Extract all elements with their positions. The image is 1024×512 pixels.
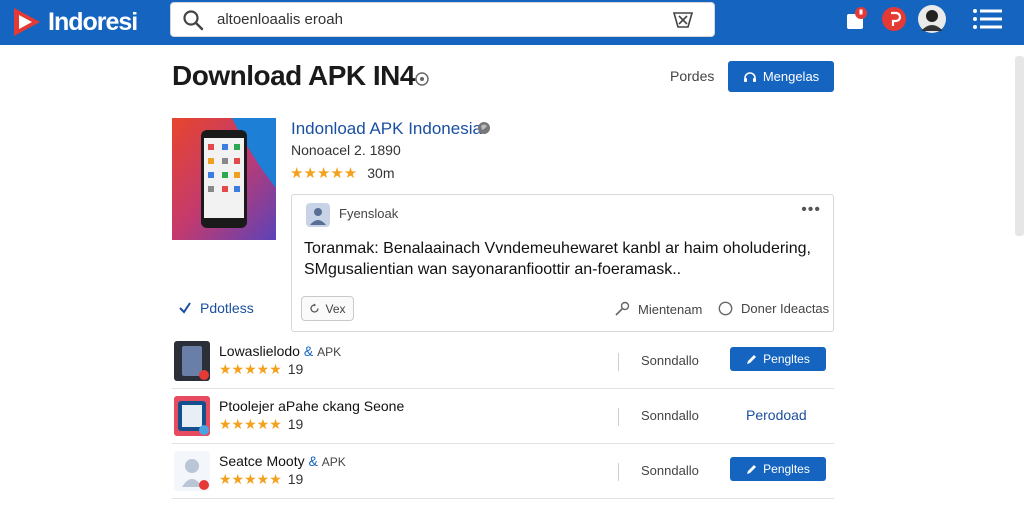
side-link[interactable]: Pdotless: [178, 300, 254, 316]
search-bar[interactable]: [170, 2, 715, 37]
app-list-rating: ★★★★★ 19: [219, 471, 304, 487]
wrench-icon: [615, 301, 630, 316]
pencil-icon: [747, 464, 757, 474]
app-rating: ★★★★★ 30m: [290, 164, 394, 182]
reviewer-avatar-icon: [306, 203, 330, 227]
star-rating-icon: ★★★★★: [219, 471, 282, 487]
check-icon: [179, 302, 191, 314]
list-item[interactable]: Seatce Mooty & APK ★★★★★ 19 Sonndallo Pen…: [172, 444, 834, 499]
download-button[interactable]: Pengltes: [730, 457, 826, 481]
star-rating-icon: ★★★★★: [219, 416, 282, 432]
done-label: Doner Ideactas: [741, 301, 830, 316]
play-logo-icon: [14, 8, 40, 36]
circle-icon: [718, 301, 733, 316]
menu-icon[interactable]: [971, 6, 1005, 32]
app-thumbnail[interactable]: [174, 341, 210, 381]
app-list-name: Ptoolejer aPahe ckang Seone: [219, 398, 405, 414]
done-action[interactable]: Doner Ideactas: [718, 301, 829, 316]
app-screenshot-image[interactable]: [172, 118, 276, 240]
app-thumbnail[interactable]: [174, 396, 210, 436]
globe-icon: [478, 122, 490, 134]
app-size: Sonndallo: [641, 353, 699, 368]
divider: [618, 408, 619, 426]
search-input[interactable]: [217, 11, 657, 28]
logo-text: Indoresi: [48, 7, 138, 36]
logo[interactable]: Indoresi: [10, 4, 138, 40]
app-size: Sonndallo: [641, 463, 699, 478]
maintenance-label: Mientenam: [638, 301, 703, 317]
pinterest-icon[interactable]: [881, 6, 907, 32]
download-button[interactable]: Pengltes: [730, 347, 826, 371]
pencil-icon: [747, 354, 757, 364]
info-icon[interactable]: [415, 72, 429, 86]
app-version: Nonoacel 2. 1890: [291, 142, 401, 158]
list-item[interactable]: Lowaslielodo & APK ★★★★★ 19 Sonndallo Pen…: [172, 334, 834, 389]
avatar[interactable]: [918, 5, 946, 33]
headset-icon: [743, 71, 756, 82]
app-list-rating: ★★★★★ 19: [219, 416, 304, 432]
side-link-label: Pdotless: [200, 300, 254, 316]
app-list-rating: ★★★★★ 19: [219, 361, 304, 377]
reviewer-name: Fyensloak: [339, 206, 399, 221]
more-options-icon[interactable]: •••: [801, 201, 821, 219]
header-link[interactable]: Pordes: [670, 68, 714, 84]
view-chip-label: Vex: [325, 301, 346, 316]
app-list-name: Seatce Mooty & APK: [219, 453, 346, 469]
divider: [618, 353, 619, 371]
rating-count: 30m: [367, 165, 395, 181]
app-thumbnail[interactable]: [174, 451, 210, 491]
list-item[interactable]: Ptoolejer aPahe ckang Seone ★★★★★ 19 Sonn…: [172, 389, 834, 444]
search-icon: [183, 9, 204, 30]
app-list-name: Lowaslielodo & APK: [219, 343, 342, 359]
header-action-label: Mengelas: [762, 69, 820, 84]
download-link[interactable]: Perodoad: [746, 407, 807, 423]
review-card: Fyensloak ••• Toranmak: Benalaainach Vvn…: [291, 194, 834, 332]
maintenance-action[interactable]: Mientenam: [614, 301, 702, 317]
app-size: Sonndallo: [641, 408, 699, 423]
star-rating-icon: ★★★★★: [219, 361, 282, 377]
review-text: Toranmak: Benalaainach Vvndemeuhewaret k…: [304, 240, 811, 278]
app-name[interactable]: Indonload APK Indonesia: [291, 119, 482, 139]
view-chip[interactable]: Vex: [301, 296, 354, 321]
divider: [618, 463, 619, 481]
scrollbar[interactable]: [1015, 56, 1024, 236]
page-title: Download APK IN4: [172, 60, 415, 91]
star-rating-icon: ★★★★★: [290, 165, 358, 182]
clear-icon[interactable]: [672, 10, 694, 30]
top-bar: Indoresi: [0, 0, 1024, 45]
refresh-icon: [310, 303, 320, 313]
notification-bag-icon[interactable]: [844, 6, 870, 32]
header-action-button[interactable]: Mengelas: [728, 61, 834, 92]
